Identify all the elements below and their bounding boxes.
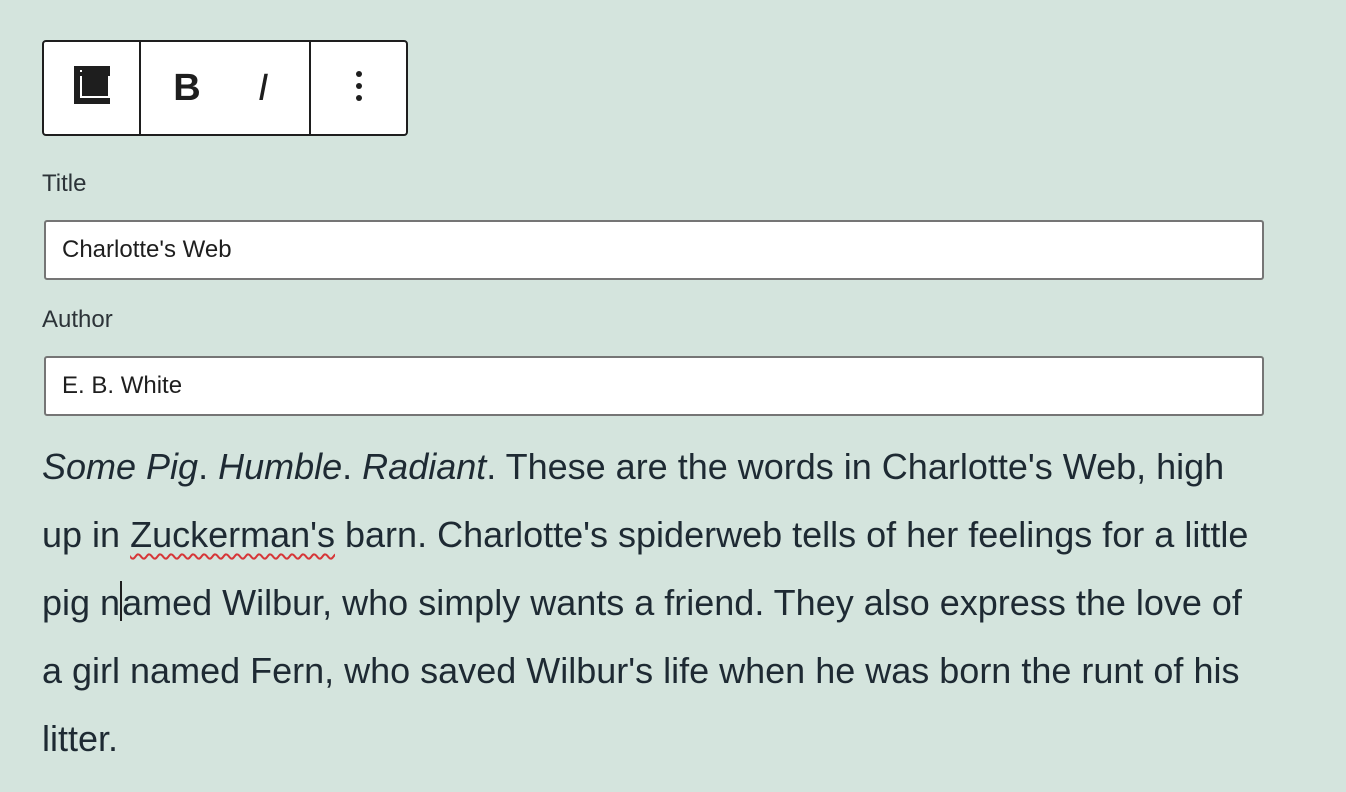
author-label: Author xyxy=(42,306,113,333)
separator: . xyxy=(342,446,363,487)
description-text: amed Wilbur, who simply wants a friend. … xyxy=(42,582,1242,759)
format-group: B I xyxy=(139,42,309,134)
title-label: Title xyxy=(42,170,87,197)
separator: . xyxy=(198,446,219,487)
author-input[interactable] xyxy=(44,356,1264,416)
block-type-button[interactable] xyxy=(44,42,139,134)
book-icon xyxy=(73,65,110,111)
more-vertical-icon xyxy=(355,70,363,107)
options-group xyxy=(309,42,406,134)
italic-icon: I xyxy=(257,67,269,109)
more-options-button[interactable] xyxy=(311,42,406,134)
italic-phrase: Radiant xyxy=(362,446,487,487)
block-type-group xyxy=(44,42,139,134)
block-toolbar: B I xyxy=(42,40,408,136)
italic-phrase: Some Pig xyxy=(42,446,199,487)
misspelled-word[interactable]: Zuckerman's xyxy=(130,514,335,555)
book-description[interactable]: Some Pig. Humble. Radiant. These are the… xyxy=(42,433,1262,773)
bold-icon: B xyxy=(173,67,201,109)
bold-button[interactable]: B xyxy=(149,42,225,134)
title-input[interactable] xyxy=(44,220,1264,280)
italic-button[interactable]: I xyxy=(225,42,301,134)
italic-phrase: Humble xyxy=(218,446,343,487)
